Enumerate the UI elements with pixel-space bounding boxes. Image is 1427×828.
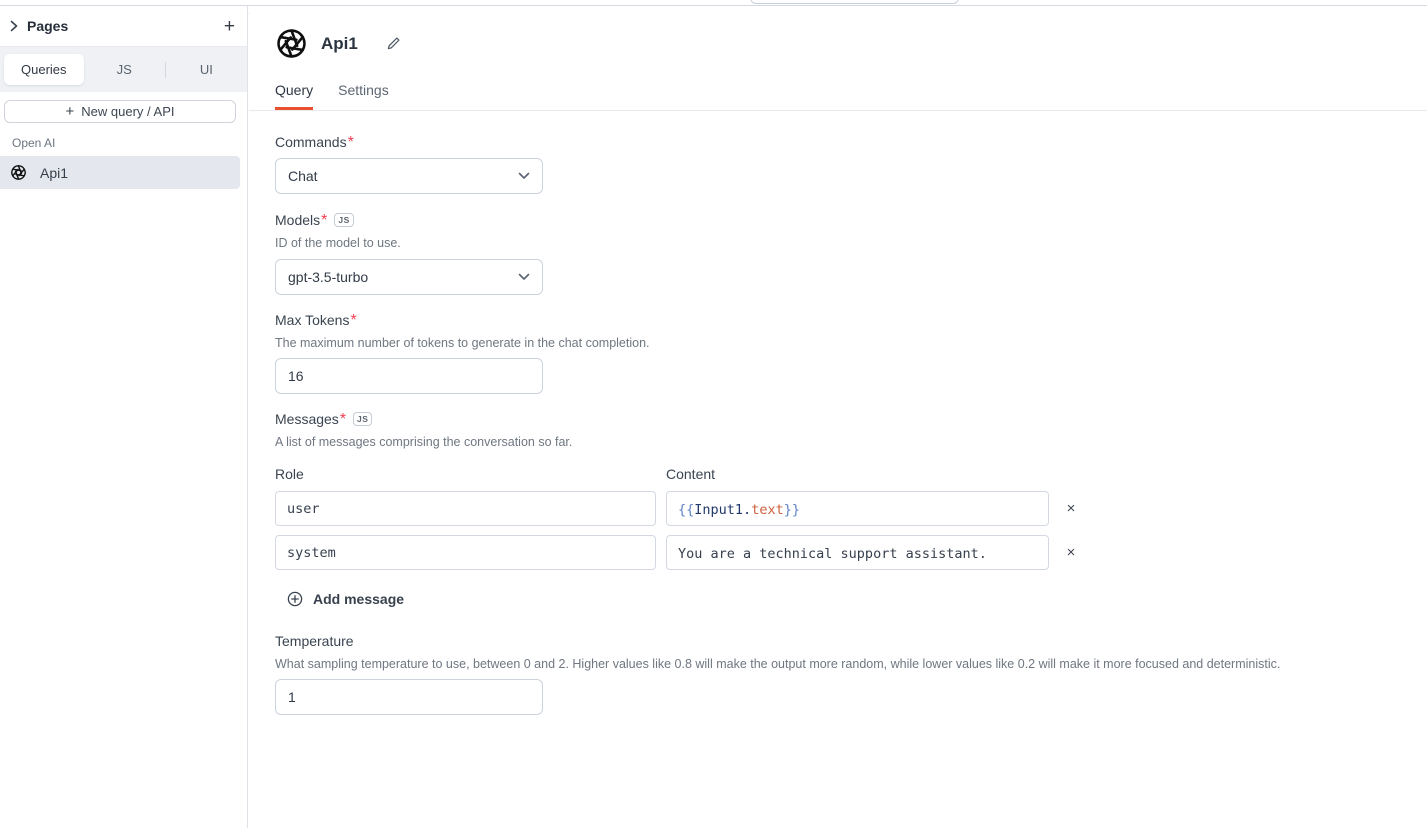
new-query-button-label: New query / API (81, 104, 174, 119)
role-input[interactable] (275, 535, 656, 570)
new-query-button[interactable]: + New query / API (4, 100, 236, 123)
query-editor: Api1 Query Settings Commands* Chat (249, 13, 1427, 828)
tab-query[interactable]: Query (275, 82, 313, 110)
messages-help: A list of messages comprising the conver… (275, 435, 1427, 449)
pages-header: Pages + (0, 6, 247, 47)
commands-select-value: Chat (288, 168, 318, 184)
remove-message-button[interactable]: × (1049, 491, 1093, 526)
role-input[interactable] (275, 491, 656, 526)
message-row: You are a technical support assistant. P… (275, 535, 1427, 570)
js-badge[interactable]: JS (334, 213, 353, 227)
sidebar-item-api1-label: Api1 (40, 165, 68, 181)
required-asterisk: * (350, 312, 356, 329)
add-page-icon[interactable]: + (224, 17, 235, 36)
add-message-button[interactable]: Add message (287, 591, 1427, 607)
content-input[interactable]: You are a technical support assistant. P… (666, 535, 1049, 570)
temperature-help: What sampling temperature to use, betwee… (275, 657, 1427, 671)
query-form: Commands* Chat Models*JS ID of the model… (249, 134, 1427, 715)
message-column-headers: Role Content (275, 466, 1427, 482)
max-tokens-help: The maximum number of tokens to generate… (275, 336, 1427, 350)
query-title: Api1 (321, 34, 358, 54)
datasource-section-label: Open AI (12, 136, 247, 150)
pages-title: Pages (27, 18, 68, 34)
sidebar-tab-bar: Queries JS UI (0, 47, 247, 92)
left-sidebar: Pages + Queries JS UI + New query / API … (0, 6, 248, 828)
models-select-value: gpt-3.5-turbo (288, 269, 368, 285)
sidebar-tab-js[interactable]: JS (84, 62, 165, 77)
app-name-input[interactable] (750, 0, 959, 4)
max-tokens-label: Max Tokens (275, 312, 349, 328)
app-builder-page: Pages + Queries JS UI + New query / API … (0, 0, 1427, 828)
models-select[interactable]: gpt-3.5-turbo (275, 259, 543, 295)
temperature-input[interactable] (275, 679, 543, 715)
sidebar-tab-queries[interactable]: Queries (4, 54, 84, 85)
openai-logo-icon (275, 27, 308, 60)
sidebar-tab-ui[interactable]: UI (166, 62, 247, 77)
chevron-right-icon[interactable] (10, 20, 18, 32)
required-asterisk: * (340, 411, 346, 428)
tab-settings[interactable]: Settings (338, 82, 389, 110)
content-input[interactable]: {{Input1.text}} (666, 491, 1049, 526)
message-rows: {{Input1.text}} × You are a technical su… (275, 491, 1427, 570)
edit-pencil-icon[interactable] (386, 36, 401, 51)
js-badge[interactable]: JS (353, 412, 372, 426)
openai-logo-icon (10, 164, 27, 181)
required-asterisk: * (321, 212, 327, 229)
role-column-header: Role (275, 466, 666, 482)
chevron-down-icon (518, 172, 530, 180)
content-column-header: Content (666, 466, 715, 482)
required-asterisk: * (348, 134, 354, 151)
query-tab-bar: Query Settings (249, 60, 1427, 111)
max-tokens-input[interactable] (275, 358, 543, 394)
add-message-label: Add message (313, 591, 404, 607)
chevron-down-icon (518, 273, 530, 281)
sidebar-item-api1[interactable]: Api1 (0, 156, 240, 189)
plus-icon: + (66, 104, 75, 119)
messages-label: Messages (275, 411, 339, 427)
commands-label: Commands (275, 134, 347, 150)
remove-message-button[interactable]: × (1049, 535, 1093, 570)
temperature-label: Temperature (275, 633, 354, 649)
commands-select[interactable]: Chat (275, 158, 543, 194)
message-row: {{Input1.text}} × (275, 491, 1427, 526)
models-label: Models (275, 212, 320, 228)
models-help: ID of the model to use. (275, 236, 1427, 250)
query-header: Api1 (249, 13, 1427, 60)
circle-plus-icon (287, 591, 303, 607)
